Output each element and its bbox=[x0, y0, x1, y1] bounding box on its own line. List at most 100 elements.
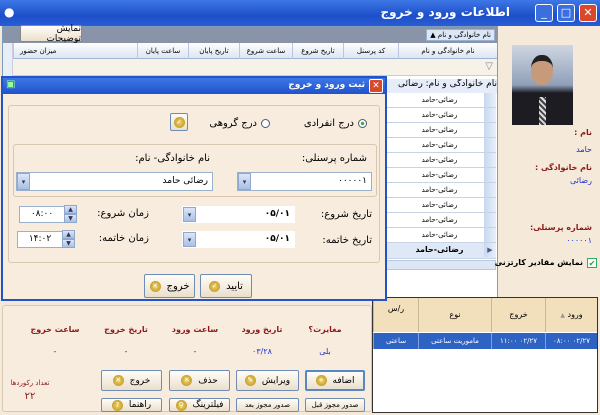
col-personnel-code[interactable]: کد پرسنل bbox=[343, 43, 398, 59]
entry-time-value: - bbox=[193, 347, 197, 356]
check-icon: ✓ bbox=[209, 280, 221, 292]
row-name: رضائی-حامد bbox=[421, 231, 458, 239]
row-selector[interactable] bbox=[484, 153, 496, 167]
spin-up-icon[interactable]: ▲ bbox=[62, 230, 75, 239]
row-name: رضائی-حامد bbox=[421, 111, 458, 119]
entry-exit-dialog: ▣ ثبت ورود و خروج ✕ درج انفرادی درج گروه… bbox=[1, 76, 387, 301]
calendar-dropdown-icon[interactable]: ▾ bbox=[183, 207, 196, 222]
show-cartesian-checkbox[interactable]: ✔ نمایش مقادیر کارتزنی bbox=[495, 258, 597, 268]
start-date-value: ۰۵/۰۱ bbox=[264, 209, 290, 219]
radio-checked-icon[interactable] bbox=[358, 119, 367, 128]
table-row[interactable]: رضائی-حامد bbox=[383, 123, 496, 138]
table-row[interactable]: رضائی-حامد bbox=[383, 213, 496, 228]
spin-down-icon[interactable]: ▼ bbox=[62, 239, 75, 248]
col-start-date[interactable]: تاریخ شروع bbox=[292, 43, 343, 59]
dialog-exit-button[interactable]: خروج ✕ bbox=[144, 274, 195, 298]
minimize-button[interactable]: _ bbox=[535, 4, 553, 22]
row-selector[interactable] bbox=[484, 123, 496, 137]
selected-row[interactable]: رضائی-حامد ▶ bbox=[383, 243, 496, 259]
end-date-field[interactable]: ۰۵/۰۱ ▾ bbox=[182, 231, 295, 248]
add-label: اضافه bbox=[332, 375, 355, 386]
radio-unchecked-icon[interactable] bbox=[261, 119, 270, 128]
row-selector[interactable] bbox=[484, 213, 496, 227]
table-row[interactable]: رضائی-حامد bbox=[383, 198, 496, 213]
col-type[interactable]: نوع bbox=[418, 298, 491, 332]
table-row[interactable]: رضائی-حامد bbox=[383, 168, 496, 183]
personnel-combo[interactable]: ۰۰۰۰۰۱ ▾ bbox=[237, 172, 372, 191]
current-row-icon: ▶ bbox=[484, 243, 496, 257]
group-chip[interactable]: نام خانوادگی و نام ▲ bbox=[426, 29, 495, 41]
cell-rs[interactable]: ساعتی bbox=[373, 333, 418, 349]
group-insert-radio[interactable]: درج گروهی bbox=[209, 118, 270, 129]
spin-down-icon[interactable]: ▼ bbox=[64, 214, 77, 223]
cell-entry[interactable]: ۰۲/۲۷ ۰۸:۰۰ bbox=[545, 333, 597, 349]
cell-exit[interactable]: ۰۲/۲۷ ۱۱:۰۰ bbox=[491, 333, 545, 349]
permit-before-button[interactable]: صدور مجوز قبل bbox=[305, 398, 365, 412]
dialog-close-button[interactable]: ✕ bbox=[369, 79, 383, 93]
horizontal-scrollbar[interactable] bbox=[383, 260, 496, 270]
add-button[interactable]: اضافه + bbox=[305, 370, 365, 391]
close-button[interactable]: ✕ bbox=[579, 4, 597, 22]
ok-button[interactable]: تایید ✓ bbox=[200, 274, 252, 298]
cell-type[interactable]: ماموریت ساعتی bbox=[418, 333, 491, 349]
col-entry[interactable]: ورود ▲ bbox=[545, 298, 597, 332]
col-start-time[interactable]: ساعت شروع bbox=[239, 43, 292, 59]
row-name: رضائی-حامد bbox=[421, 96, 458, 104]
col-full-name[interactable]: نام خانوادگی و نام bbox=[398, 43, 497, 59]
group-select-button[interactable]: ✓ bbox=[170, 113, 188, 131]
table-row[interactable]: رضائی-حامد bbox=[383, 153, 496, 168]
col-end-date[interactable]: تاریخ پایان bbox=[188, 43, 239, 59]
table-row[interactable]: رضائی-حامد bbox=[383, 138, 496, 153]
dialog-title: ثبت ورود و خروج bbox=[288, 80, 365, 90]
mismatch-label: مغایرت؟ bbox=[308, 325, 342, 334]
col-rs[interactable]: ر/س bbox=[373, 298, 418, 332]
start-time-field[interactable]: ۰۸:۰۰ bbox=[19, 206, 65, 223]
table-row[interactable]: رضائی-حامد bbox=[383, 183, 496, 198]
pencil-icon: ✎ bbox=[244, 375, 256, 386]
exit-button[interactable]: خروج ✕ bbox=[101, 370, 162, 391]
chevron-down-icon[interactable]: ▾ bbox=[238, 173, 251, 190]
maximize-button[interactable]: □ bbox=[557, 4, 575, 22]
end-time-label: زمان خاتمه: bbox=[98, 233, 149, 244]
group-row-label: نام خانوادگی و نام: رضائی bbox=[398, 79, 497, 89]
end-time-field[interactable]: ۱۴:۰۲ bbox=[17, 231, 63, 248]
row-selector[interactable] bbox=[484, 228, 496, 242]
filter-row[interactable]: ▽ bbox=[13, 59, 497, 76]
single-insert-radio[interactable]: درج انفرادی bbox=[304, 118, 367, 129]
col-end-time[interactable]: ساعت پایان bbox=[137, 43, 188, 59]
row-selector[interactable] bbox=[484, 168, 496, 182]
row-name: رضائی-حامد bbox=[421, 141, 458, 149]
spin-up-icon[interactable]: ▲ bbox=[64, 205, 77, 214]
chevron-down-icon[interactable]: ▾ bbox=[17, 173, 30, 190]
table-row[interactable]: رضائی-حامد bbox=[383, 108, 496, 123]
table-row[interactable]: رضائی-حامد bbox=[383, 228, 496, 243]
help-button[interactable]: راهنما? bbox=[101, 398, 162, 412]
col-exit[interactable]: خروج bbox=[491, 298, 545, 332]
delete-button[interactable]: حذف ✕ bbox=[169, 370, 230, 391]
personnel-label: شماره پرسنلی: bbox=[529, 223, 592, 232]
row-selector[interactable] bbox=[484, 138, 496, 152]
col-attendance[interactable]: میزان حضور bbox=[13, 43, 137, 59]
entry-date-value: ۰۳/۲۸ bbox=[252, 347, 272, 356]
filter-icon[interactable]: ▽ bbox=[485, 61, 493, 72]
row-selector[interactable] bbox=[484, 108, 496, 122]
group-row[interactable]: نام خانوادگی و نام: رضائی bbox=[384, 79, 497, 93]
name-label: نام : bbox=[574, 128, 592, 137]
row-selector[interactable] bbox=[484, 183, 496, 197]
filtering-button[interactable]: فیلترینگ ⚲ bbox=[169, 398, 230, 412]
name-combo[interactable]: رضائی حامد ▾ bbox=[16, 172, 213, 191]
checklist-icon: ✓ bbox=[173, 116, 185, 128]
edit-button[interactable]: ویرایش ✎ bbox=[236, 370, 299, 391]
row-selector[interactable] bbox=[484, 93, 496, 107]
calendar-dropdown-icon[interactable]: ▾ bbox=[183, 232, 196, 247]
start-date-field[interactable]: ۰۵/۰۱ ▾ bbox=[182, 206, 295, 223]
app-icon: ● bbox=[4, 5, 15, 19]
show-descriptions-button[interactable]: نمایش توضیحات bbox=[20, 24, 82, 44]
table-row[interactable]: رضائی-حامد bbox=[383, 93, 496, 108]
help-label: راهنما bbox=[128, 400, 152, 410]
row-selector[interactable] bbox=[484, 198, 496, 212]
dialog-exit-label: خروج bbox=[166, 280, 190, 292]
column-headers: نام خانوادگی و نام کد پرسنل تاریخ شروع س… bbox=[13, 43, 497, 59]
checkbox-icon[interactable]: ✔ bbox=[587, 258, 597, 268]
permit-after-button[interactable]: صدور مجوز بعد bbox=[236, 398, 299, 412]
